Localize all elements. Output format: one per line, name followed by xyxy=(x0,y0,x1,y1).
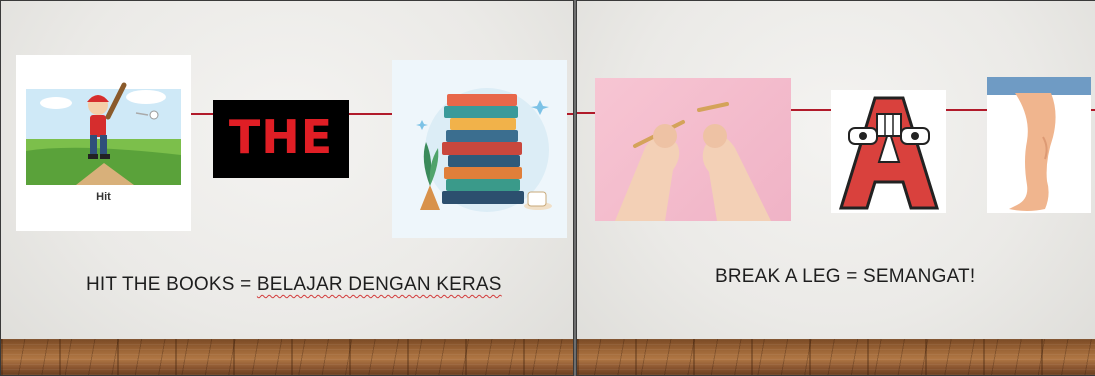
wood-floor-decoration xyxy=(1,339,573,375)
hands-icon xyxy=(615,102,771,221)
letter-a-icon xyxy=(838,96,940,210)
hit-card-label: Hit xyxy=(96,191,111,203)
caption-idiom: HIT THE BOOKS = xyxy=(86,274,257,295)
wood-floor-decoration xyxy=(577,339,1095,375)
slide-divider-line xyxy=(791,109,831,111)
slide-caption: HIT THE BOOKS = BELAJAR DENGAN KERAS xyxy=(86,274,502,296)
baseball-hitter-icon xyxy=(26,82,181,185)
slide-divider-line xyxy=(1091,109,1095,111)
slide-break-a-leg[interactable]: BREAK A LEG = SEMANGAT! xyxy=(576,0,1095,376)
caption-meaning: BELAJAR DENGAN KERAS xyxy=(256,274,502,295)
breaking-breadstick-hands-image xyxy=(595,78,791,221)
leg-icon xyxy=(987,77,1091,211)
slide-divider-line xyxy=(349,113,392,115)
stacked-books-image xyxy=(392,60,567,238)
baseball-hitter-image: Hit xyxy=(16,55,191,231)
slide-divider-line xyxy=(567,113,573,115)
slide-caption: BREAK A LEG = SEMANGAT! xyxy=(715,266,976,287)
stacked-books-icon xyxy=(416,88,552,212)
slide-divider-line xyxy=(577,112,595,114)
presentation-view: Hit THE HIT THE BOOKS = BELAJAR DENGAN K… xyxy=(0,0,1095,376)
the-word-box: THE xyxy=(213,100,349,178)
slide-divider-line xyxy=(946,109,987,111)
slide-hit-the-books[interactable]: Hit THE HIT THE BOOKS = BELAJAR DENGAN K… xyxy=(0,0,574,376)
leg-image xyxy=(987,77,1091,213)
letter-a-character-image xyxy=(831,90,946,213)
the-word-text: THE xyxy=(228,110,334,164)
slide-divider-line xyxy=(191,113,213,115)
